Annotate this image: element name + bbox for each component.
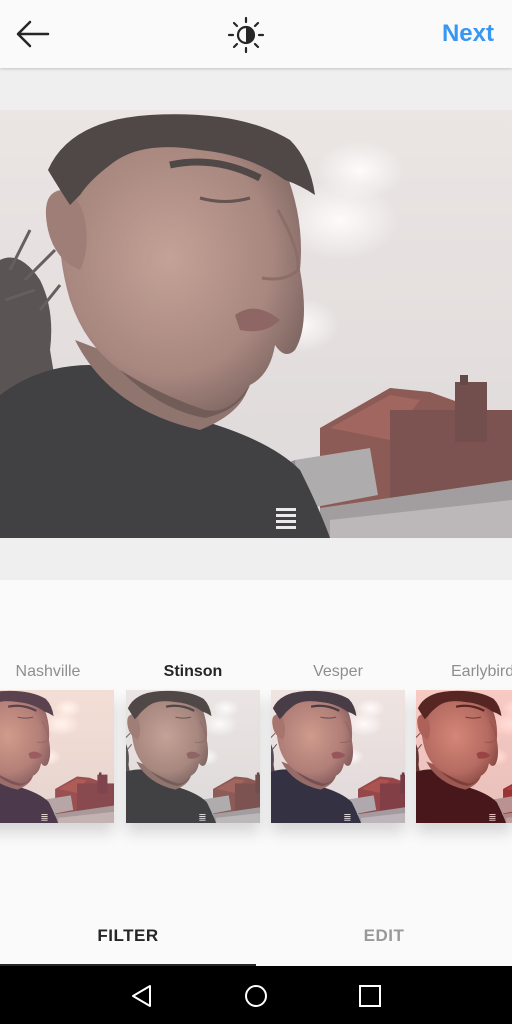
filter-label-stinson[interactable]: Stinson [126, 660, 260, 684]
filter-label-nashville[interactable]: Nashville [0, 660, 96, 684]
nav-back-button[interactable] [124, 978, 160, 1014]
system-nav-bar [0, 966, 512, 1024]
tab-filter[interactable]: FILTER [0, 910, 256, 966]
filter-thumb-stinson[interactable] [126, 690, 260, 823]
filter-thumb-vesper[interactable] [271, 690, 405, 823]
photo-preview [0, 110, 512, 538]
back-button[interactable] [10, 14, 56, 54]
arrow-left-icon [16, 20, 50, 48]
nav-recents-button[interactable] [352, 978, 388, 1014]
nav-home-button[interactable] [238, 978, 274, 1014]
lux-brightness-icon [227, 16, 265, 54]
filter-thumb-nashville[interactable] [0, 690, 114, 823]
lux-button[interactable] [226, 15, 266, 55]
next-button[interactable]: Next [442, 18, 494, 50]
circle-home-icon [245, 985, 267, 1007]
filter-thumb-earlybird[interactable] [416, 690, 512, 823]
tab-edit[interactable]: EDIT [256, 910, 512, 966]
square-recents-icon [359, 985, 381, 1007]
triangle-back-icon [132, 985, 151, 1007]
tab-bar: FILTER EDIT [0, 910, 512, 966]
filter-label-vesper[interactable]: Vesper [271, 660, 405, 684]
filter-label-earlybird[interactable]: Earlybird [416, 660, 512, 684]
top-bar: Next [0, 0, 512, 68]
